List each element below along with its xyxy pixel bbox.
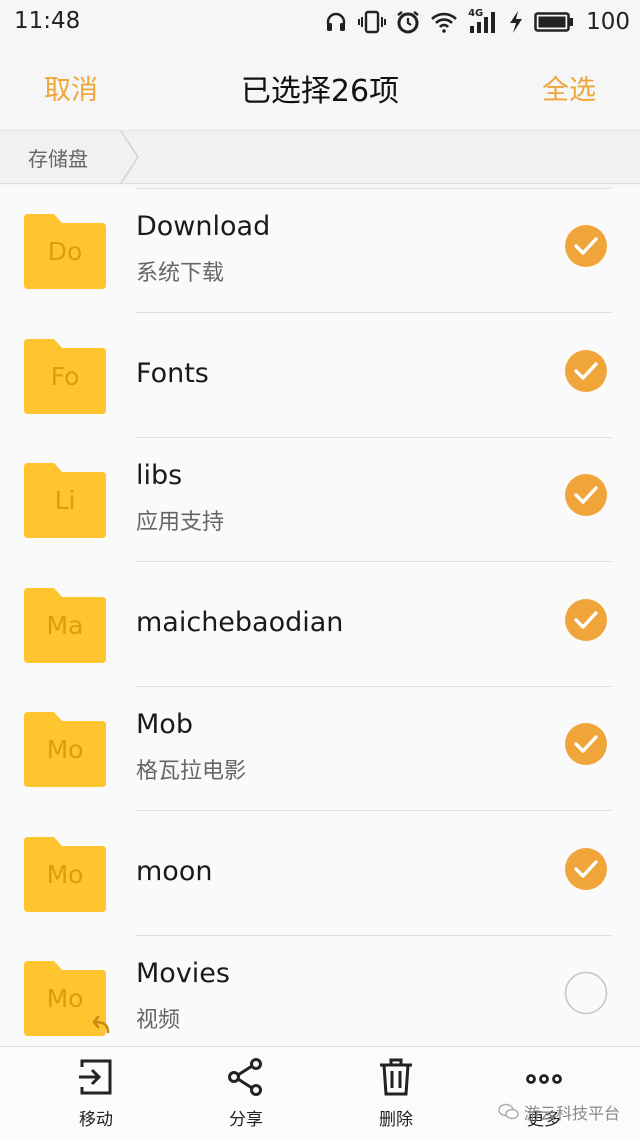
file-list: Do Download 系统下载 Fo Fonts Li libs 应用支持 Ma maicheb… (0, 188, 640, 1046)
file-subtitle: 格瓦拉电影 (136, 759, 247, 784)
checked-circle-icon[interactable] (564, 349, 608, 393)
delete-button[interactable]: 删除 (336, 1057, 456, 1130)
file-row[interactable]: Do Download 系统下载 (0, 189, 640, 313)
file-row[interactable]: Mo Movies 视频 (0, 936, 640, 1046)
file-row[interactable]: Mo Mob 格瓦拉电影 (0, 687, 640, 811)
share-button[interactable]: 分享 (186, 1057, 306, 1130)
file-row[interactable]: Ma maichebaodian (0, 563, 640, 687)
headphones-icon (326, 12, 346, 31)
folder-abbr: Ma (46, 610, 84, 640)
file-name: Movies (136, 958, 230, 989)
shortcut-arrow-icon (92, 1015, 110, 1034)
status-time: 11:48 (14, 8, 81, 34)
status-icons: 4G 100 (324, 6, 630, 38)
checked-circle-icon[interactable] (564, 722, 608, 766)
checked-circle-icon[interactable] (564, 473, 608, 517)
file-name: Fonts (136, 357, 209, 389)
breadcrumb: 存储盘 (0, 131, 640, 184)
status-bar: 11:48 4G 100 (0, 0, 640, 44)
file-name: Mob (136, 709, 193, 740)
folder-abbr: Mo (46, 859, 84, 889)
wechat-icon (498, 1103, 519, 1120)
chevron-right-icon (120, 131, 139, 183)
folder-abbr: Li (54, 486, 76, 515)
move-label: 移动 (79, 1110, 113, 1130)
move-button[interactable]: 移动 (36, 1057, 156, 1130)
checked-circle-icon[interactable] (564, 847, 608, 891)
trash-icon (380, 1058, 412, 1096)
file-row[interactable]: Mo moon (0, 812, 640, 936)
more-icon (526, 1074, 562, 1084)
file-name: Download (136, 211, 271, 242)
share-icon (228, 1058, 262, 1096)
vibrate-icon (358, 10, 387, 34)
file-name: libs (136, 460, 183, 491)
folder-abbr: Fo (50, 361, 80, 391)
file-subtitle: 系统下载 (136, 261, 225, 286)
file-subtitle: 视频 (136, 1008, 181, 1033)
bottom-toolbar: 移动 分享 删除 更多 (0, 1046, 640, 1139)
wifi-icon (431, 12, 458, 33)
alarm-icon (397, 11, 419, 34)
select-all-button[interactable]: 全选 (542, 68, 596, 107)
battery-percent: 100 (586, 9, 630, 35)
breadcrumb-root[interactable]: 存储盘 (28, 143, 88, 172)
file-name: moon (136, 855, 213, 887)
file-row[interactable]: Fo Fonts (0, 314, 640, 438)
folder-abbr: Mo (46, 735, 84, 764)
checked-circle-icon[interactable] (564, 224, 608, 268)
watermark: 游云科技平台 (498, 1100, 620, 1124)
file-row[interactable]: Li libs 应用支持 (0, 438, 640, 562)
battery-icon (534, 12, 574, 32)
file-subtitle: 应用支持 (136, 510, 225, 535)
unchecked-circle-icon[interactable] (564, 971, 608, 1015)
share-label: 分享 (229, 1110, 263, 1130)
signal-icon: 4G (468, 8, 498, 34)
charging-icon (510, 11, 523, 33)
checked-circle-icon[interactable] (564, 598, 608, 642)
folder-abbr: Mo (46, 984, 84, 1013)
delete-label: 删除 (379, 1110, 413, 1130)
folder-abbr: Do (47, 237, 83, 266)
selection-header: 取消 已选择26项 全选 (0, 44, 640, 131)
watermark-text: 游云科技平台 (524, 1104, 621, 1123)
move-icon (79, 1059, 112, 1095)
file-name: maichebaodian (136, 606, 344, 638)
